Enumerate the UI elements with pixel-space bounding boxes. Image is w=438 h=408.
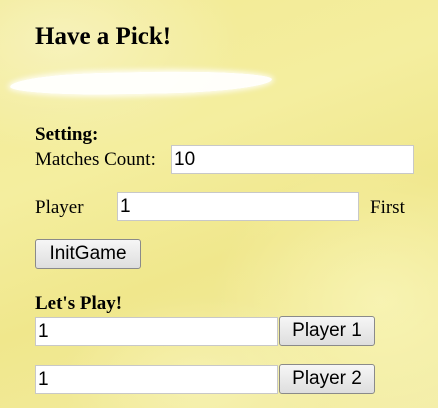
first-player-input[interactable] [117,192,359,221]
init-game-button[interactable]: InitGame [35,239,141,269]
lets-play-heading: Let's Play! [35,293,123,314]
first-label: First [370,197,405,218]
player1-pick-input[interactable] [35,317,278,346]
setting-heading: Setting: [35,124,99,145]
player2-button[interactable]: Player 2 [279,364,375,394]
matches-count-input[interactable] [171,145,414,174]
page-title: Have a Pick! [35,23,172,50]
matches-count-label: Matches Count: [35,149,156,170]
player-label: Player [35,197,84,218]
player1-button[interactable]: Player 1 [279,316,375,346]
redacted-smear [9,69,273,97]
player2-pick-input[interactable] [35,365,278,394]
